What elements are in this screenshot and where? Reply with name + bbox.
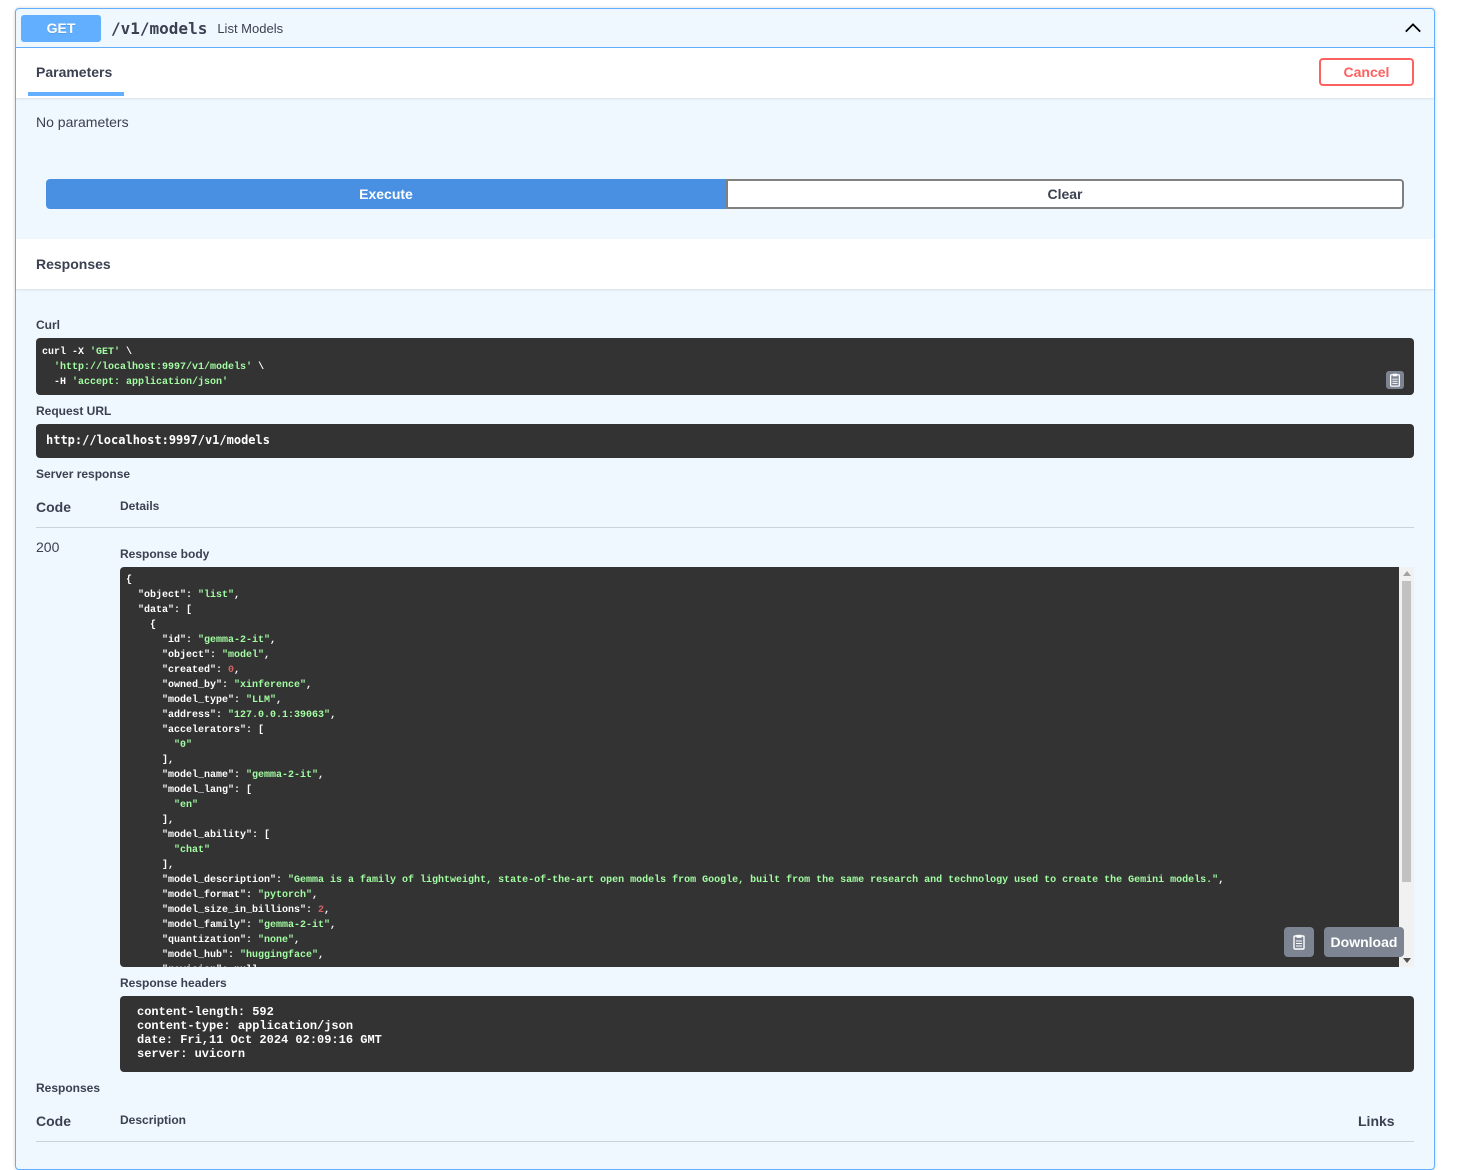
response-body-line: "quantization": "none", (126, 935, 301, 946)
response-header-line: content-length: 592 (137, 1005, 274, 1019)
response-body-line: "object": "list", (126, 590, 241, 601)
curl-url: 'http://localhost:9997/v1/models' (54, 362, 253, 373)
response-body-line: "object": "model", (126, 650, 271, 661)
response-body-line: ], (126, 860, 175, 871)
table-divider (36, 527, 1414, 528)
curl-cmd: curl -X (42, 347, 91, 358)
response-body-scrollbar[interactable] (1399, 567, 1414, 967)
response-body-line: "model_format": "pytorch", (126, 890, 319, 901)
clear-button[interactable]: Clear (726, 179, 1404, 209)
response-body-line: "owned_by": "xinference", (126, 680, 313, 691)
response-body-line: "created": 0, (126, 665, 241, 676)
lower-responses-title: Responses (36, 1081, 101, 1095)
column-code: Code (36, 499, 71, 515)
tab-underline (28, 92, 124, 96)
server-response-label: Server response (36, 467, 131, 481)
copy-icon[interactable] (1386, 371, 1404, 389)
response-body-line: "0" (174, 740, 193, 751)
curl-header-flag: -H (42, 377, 73, 388)
copy-response-button[interactable] (1284, 927, 1314, 957)
response-body-line: "id": "gemma-2-it", (126, 635, 277, 646)
response-body-line: "model_lang": [ (126, 785, 253, 796)
operation-block: GET /v1/models List Models Parameters Ca… (15, 8, 1435, 1170)
copy-icon (1293, 934, 1305, 950)
lower-column-code: Code (36, 1113, 71, 1129)
response-body-line: "model_name": "gemma-2-it", (126, 770, 325, 781)
response-header-line: date: Fri,11 Oct 2024 02:09:16 GMT (137, 1033, 382, 1047)
response-body-line: { (126, 575, 133, 586)
cancel-button[interactable]: Cancel (1319, 58, 1414, 86)
curl-header-value: 'accept: application/json' (72, 377, 229, 388)
response-body-line: "data": [ (126, 605, 193, 616)
lower-column-links: Links (1358, 1113, 1395, 1129)
response-body-line: "model_hub": "huggingface", (126, 950, 325, 961)
scroll-down-arrow[interactable] (1403, 958, 1411, 963)
response-body-line: { (126, 620, 157, 631)
column-details: Details (120, 499, 160, 513)
response-body-line: "model_ability": [ (126, 830, 271, 841)
responses-title: Responses (36, 256, 111, 272)
response-headers-code: content-length: 592 content-type: applic… (120, 996, 1414, 1070)
response-body-line: "en" (174, 800, 199, 811)
response-body-line: "model_type": "LLM", (126, 695, 283, 706)
endpoint-path: /v1/models (111, 18, 208, 38)
operation-summary[interactable]: GET /v1/models List Models (16, 9, 1434, 48)
curl-continuation: \ (120, 347, 133, 358)
execute-button[interactable]: Execute (46, 179, 726, 209)
request-url: http://localhost:9997/v1/models (46, 433, 270, 447)
response-body-line: ], (126, 815, 175, 826)
execute-wrapper: Execute Clear (46, 179, 1404, 209)
request-url-block[interactable]: http://localhost:9997/v1/models (36, 424, 1414, 458)
response-header-line: server: uvicorn (137, 1047, 246, 1061)
response-body-line: "revision": null, (126, 965, 264, 967)
lower-table-divider (36, 1141, 1414, 1142)
parameters-header: Parameters Cancel (16, 48, 1434, 98)
response-body-label: Response body (120, 547, 210, 561)
response-body-line: ], (126, 755, 175, 766)
curl-continuation: \ (252, 362, 265, 373)
scroll-up-arrow[interactable] (1403, 571, 1411, 576)
response-status-code: 200 (36, 539, 60, 555)
response-body-line: "model_family": "gemma-2-it", (126, 920, 337, 931)
request-url-label: Request URL (36, 404, 112, 418)
download-button[interactable]: Download (1324, 927, 1404, 957)
endpoint-description: List Models (217, 20, 284, 36)
scrollbar-thumb[interactable] (1402, 581, 1411, 882)
curl-label: Curl (36, 318, 60, 332)
response-headers-block[interactable]: content-length: 592 content-type: applic… (120, 996, 1414, 1072)
chevron-up-icon[interactable] (1404, 19, 1422, 37)
curl-method: 'GET' (90, 347, 121, 358)
curl-block[interactable]: curl -X 'GET' \ 'http://localhost:9997/v… (36, 338, 1414, 395)
response-body-line: "model_size_in_billions": 2, (126, 905, 331, 916)
no-parameters-text: No parameters (36, 114, 129, 130)
response-body-line: "address": "127.0.0.1:39063", (126, 710, 337, 721)
lower-column-description: Description (120, 1113, 187, 1127)
tab-parameters[interactable]: Parameters (36, 64, 112, 80)
response-body-code: { "object": "list", "data": [ { "id": "g… (120, 567, 1414, 967)
response-body-line: "chat" (174, 845, 211, 856)
response-body-line: "model_description": "Gemma is a family … (126, 875, 1225, 886)
response-header-line: content-type: application/json (137, 1019, 354, 1033)
response-body-block[interactable]: { "object": "list", "data": [ { "id": "g… (120, 567, 1414, 967)
response-body-line: "accelerators": [ (126, 725, 265, 736)
response-headers-label: Response headers (120, 976, 227, 990)
responses-header (16, 239, 1434, 289)
method-badge: GET (21, 14, 101, 42)
